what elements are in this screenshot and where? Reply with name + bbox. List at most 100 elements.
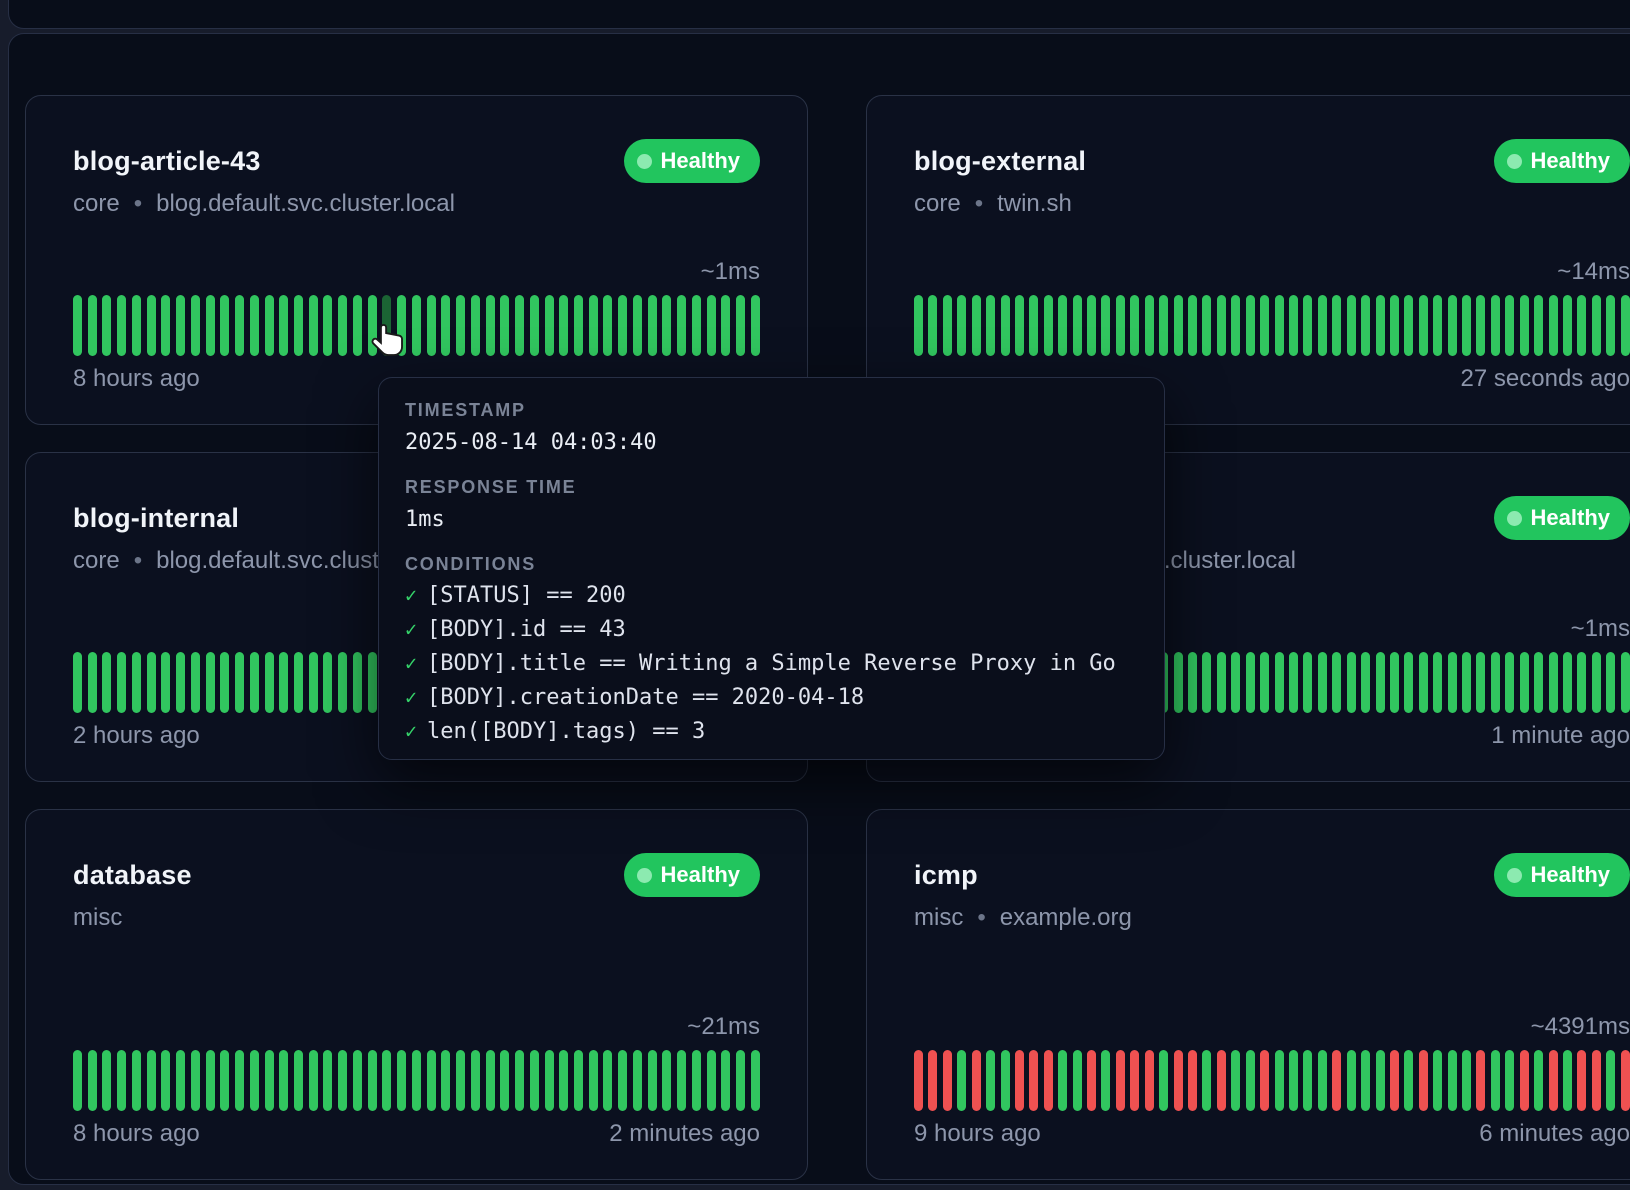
history-bar[interactable]: [1476, 1050, 1485, 1111]
history-bar[interactable]: [957, 295, 966, 356]
history-bar[interactable]: [1246, 1050, 1255, 1111]
history-bar[interactable]: [1202, 1050, 1211, 1111]
history-bar[interactable]: [943, 295, 952, 356]
history-bar[interactable]: [235, 652, 244, 713]
history-bar[interactable]: [338, 295, 347, 356]
history-bar[interactable]: [943, 1050, 952, 1111]
history-bar[interactable]: [279, 1050, 288, 1111]
history-bar[interactable]: [1621, 1050, 1630, 1111]
history-bar[interactable]: [1202, 295, 1211, 356]
history-bar[interactable]: [692, 295, 701, 356]
history-bar[interactable]: [1318, 652, 1327, 713]
history-bar[interactable]: [1159, 1050, 1168, 1111]
history-bar[interactable]: [1448, 1050, 1457, 1111]
history-bar[interactable]: [206, 652, 215, 713]
history-bar[interactable]: [1476, 652, 1485, 713]
history-bar[interactable]: [1390, 1050, 1399, 1111]
history-bar[interactable]: [1332, 652, 1341, 713]
history-bar[interactable]: [986, 1050, 995, 1111]
history-bar[interactable]: [176, 1050, 185, 1111]
history-bar[interactable]: [618, 295, 627, 356]
history-bar[interactable]: [1073, 295, 1082, 356]
history-bar[interactable]: [1303, 652, 1312, 713]
history-bar[interactable]: [1188, 295, 1197, 356]
history-bar[interactable]: [1404, 652, 1413, 713]
history-bar[interactable]: [102, 295, 111, 356]
history-bar[interactable]: [1087, 295, 1096, 356]
endpoint-card[interactable]: icmp Healthy misc•example.org ~4391ms 9 …: [866, 809, 1630, 1180]
history-bar[interactable]: [530, 1050, 539, 1111]
history-bar[interactable]: [102, 652, 111, 713]
history-bar[interactable]: [427, 295, 436, 356]
history-bar[interactable]: [545, 295, 554, 356]
history-bar[interactable]: [250, 1050, 259, 1111]
history-bar[interactable]: [132, 1050, 141, 1111]
history-bar[interactable]: [721, 295, 730, 356]
history-bar[interactable]: [323, 652, 332, 713]
history-bar[interactable]: [1217, 295, 1226, 356]
history-bar[interactable]: [1275, 295, 1284, 356]
history-bar[interactable]: [1491, 1050, 1500, 1111]
history-bar[interactable]: [1101, 295, 1110, 356]
history-bar[interactable]: [1275, 1050, 1284, 1111]
history-bar[interactable]: [1549, 652, 1558, 713]
history-bar[interactable]: [1303, 1050, 1312, 1111]
history-bar[interactable]: [1563, 652, 1572, 713]
history-bar[interactable]: [1390, 652, 1399, 713]
history-bar[interactable]: [279, 295, 288, 356]
history-bar[interactable]: [206, 295, 215, 356]
history-bar[interactable]: [471, 295, 480, 356]
history-bar[interactable]: [515, 295, 524, 356]
history-bar[interactable]: [427, 1050, 436, 1111]
history-bar[interactable]: [530, 295, 539, 356]
history-bar[interactable]: [1462, 295, 1471, 356]
history-bar[interactable]: [117, 652, 126, 713]
history-bar[interactable]: [1044, 295, 1053, 356]
history-bar[interactable]: [88, 295, 97, 356]
history-bar[interactable]: [368, 1050, 377, 1111]
history-bar[interactable]: [1001, 295, 1010, 356]
history-bar[interactable]: [1145, 1050, 1154, 1111]
history-bar[interactable]: [1462, 652, 1471, 713]
history-bar[interactable]: [147, 1050, 156, 1111]
history-bar[interactable]: [648, 295, 657, 356]
history-bar[interactable]: [1159, 295, 1168, 356]
history-bar[interactable]: [191, 295, 200, 356]
history-bar[interactable]: [928, 1050, 937, 1111]
history-bar[interactable]: [294, 652, 303, 713]
history-bar[interactable]: [1520, 652, 1529, 713]
history-bar[interactable]: [1404, 295, 1413, 356]
history-bar[interactable]: [1577, 652, 1586, 713]
history-bar[interactable]: [1563, 295, 1572, 356]
history-bar[interactable]: [309, 1050, 318, 1111]
history-bar[interactable]: [1217, 1050, 1226, 1111]
history-bar[interactable]: [692, 1050, 701, 1111]
history-bar[interactable]: [191, 1050, 200, 1111]
history-bar[interactable]: [132, 652, 141, 713]
history-bar[interactable]: [1289, 295, 1298, 356]
history-bar[interactable]: [1289, 1050, 1298, 1111]
history-bar[interactable]: [559, 295, 568, 356]
history-bar[interactable]: [338, 652, 347, 713]
history-bar[interactable]: [1318, 1050, 1327, 1111]
history-bar[interactable]: [1390, 295, 1399, 356]
history-bar[interactable]: [1202, 652, 1211, 713]
history-bar[interactable]: [1433, 295, 1442, 356]
history-bar[interactable]: [206, 1050, 215, 1111]
history-bar[interactable]: [1260, 1050, 1269, 1111]
history-bar[interactable]: [250, 652, 259, 713]
history-bar[interactable]: [382, 1050, 391, 1111]
endpoint-card[interactable]: blog-external Healthy core•twin.sh ~14ms…: [866, 95, 1630, 425]
history-bar[interactable]: [1231, 652, 1240, 713]
history-bar[interactable]: [1029, 1050, 1038, 1111]
history-bar[interactable]: [1116, 1050, 1125, 1111]
history-bar[interactable]: [1058, 1050, 1067, 1111]
history-bar[interactable]: [412, 1050, 421, 1111]
history-bar[interactable]: [603, 1050, 612, 1111]
history-bar[interactable]: [1419, 1050, 1428, 1111]
history-bar[interactable]: [456, 1050, 465, 1111]
history-bar[interactable]: [1606, 652, 1615, 713]
history-bar[interactable]: [294, 1050, 303, 1111]
history-bar[interactable]: [161, 295, 170, 356]
history-bar[interactable]: [633, 1050, 642, 1111]
